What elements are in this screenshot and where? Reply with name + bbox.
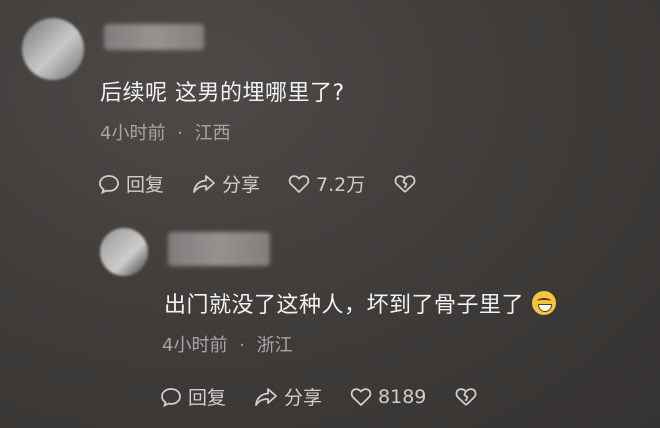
reply-icon [161, 387, 181, 407]
comment-actions: 回复 分享 8189 [160, 383, 484, 410]
comment-text: 后续呢 这男的埋哪里了? [100, 81, 345, 106]
share-label: 分享 [222, 174, 261, 196]
comment-text: 出门就没了这种人，坏到了骨子里了 [164, 287, 557, 319]
dislike-button[interactable] [393, 174, 423, 194]
reply-icon [99, 174, 119, 194]
broken-heart-icon [455, 387, 477, 406]
meta-separator: · [239, 335, 245, 356]
comment-actions: 回复 分享 7.2万 [98, 170, 423, 197]
like-button[interactable]: 7.2万 [288, 170, 365, 197]
grimace-sweat-emoji-icon [532, 291, 557, 315]
heart-icon [288, 174, 310, 193]
avatar[interactable] [100, 228, 148, 276]
share-button[interactable]: 分享 [192, 170, 260, 197]
reply-button[interactable]: 回复 [160, 383, 226, 410]
share-button[interactable]: 分享 [254, 383, 322, 410]
username-blurred[interactable] [104, 24, 204, 50]
comment-location: 浙江 [256, 335, 293, 356]
comment-meta: 4小时前 · 浙江 [162, 331, 293, 357]
share-icon [193, 174, 215, 193]
comment-location: 江西 [194, 123, 231, 144]
reply-label: 回复 [188, 387, 227, 409]
comment-meta: 4小时前 · 江西 [100, 119, 231, 145]
avatar[interactable] [22, 18, 84, 80]
comment-time: 4小时前 [162, 335, 228, 356]
reply-button[interactable]: 回复 [98, 170, 164, 197]
reply-label: 回复 [126, 174, 165, 196]
like-count: 7.2万 [316, 174, 366, 196]
heart-icon [350, 387, 372, 406]
like-count: 8189 [378, 385, 427, 408]
like-button[interactable]: 8189 [350, 386, 426, 408]
share-label: 分享 [284, 387, 323, 409]
comment-text-content: 出门就没了这种人，坏到了骨子里了 [164, 293, 525, 318]
meta-separator: · [177, 123, 183, 144]
comment-time: 4小时前 [100, 123, 166, 144]
username-blurred[interactable] [168, 232, 270, 266]
dislike-button[interactable] [454, 387, 484, 407]
share-icon [255, 387, 277, 406]
broken-heart-icon [394, 174, 416, 193]
